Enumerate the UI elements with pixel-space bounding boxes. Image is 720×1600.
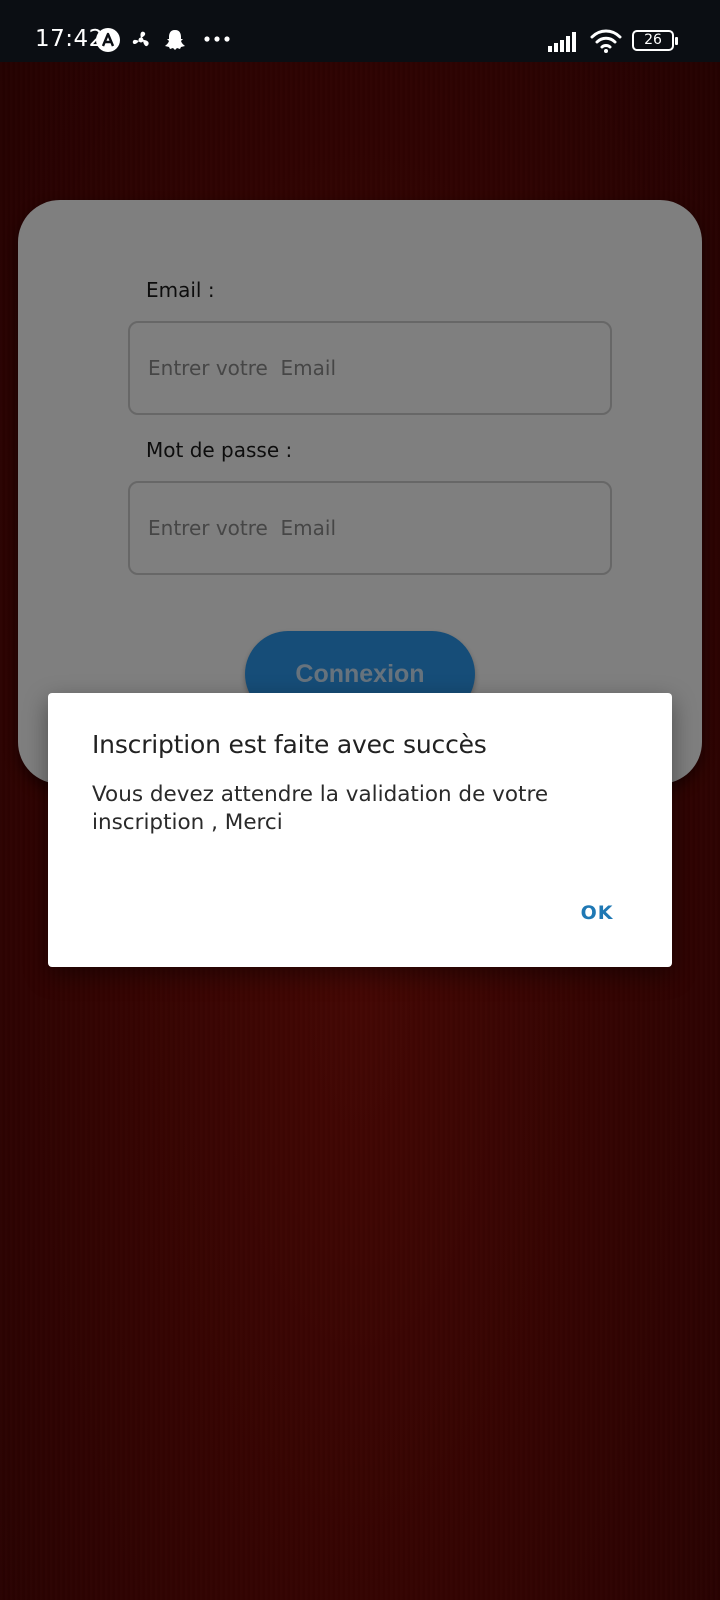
more-dots-icon <box>204 36 230 42</box>
a-circle-icon <box>96 28 120 52</box>
status-time: 17:42 <box>35 26 104 52</box>
fan-icon <box>132 31 149 47</box>
success-dialog: Inscription est faite avec succès Vous d… <box>48 693 672 967</box>
dialog-title: Inscription est faite avec succès <box>92 730 487 759</box>
dialog-message: Vous devez attendre la validation de vot… <box>92 782 549 835</box>
battery-icon: 26 <box>632 30 678 51</box>
snapchat-ghost-icon <box>165 30 185 50</box>
signal-icon <box>548 32 576 52</box>
wifi-icon <box>590 29 622 53</box>
ok-button[interactable]: OK <box>552 889 642 937</box>
battery-level: 26 <box>644 32 662 48</box>
status-bar: 17:42 26 <box>0 0 720 62</box>
